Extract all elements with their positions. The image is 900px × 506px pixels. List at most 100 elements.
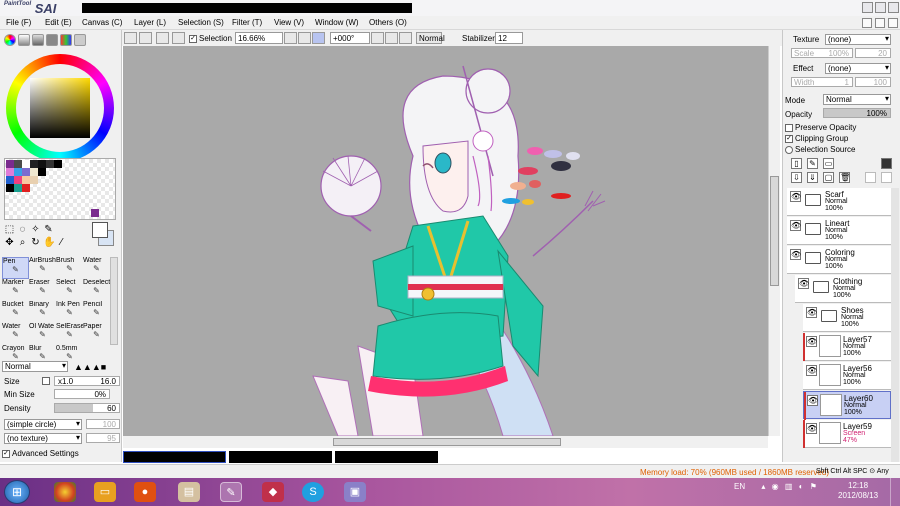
swatch[interactable] xyxy=(6,160,14,168)
rotate-right-button[interactable] xyxy=(385,32,398,44)
start-button[interactable]: ⊞ xyxy=(4,480,30,504)
new-linework-layer-icon[interactable]: ✎ xyxy=(807,158,818,169)
document-tab[interactable] xyxy=(335,451,438,463)
effect-width-slider[interactable]: Width 1 xyxy=(791,77,853,87)
eye-icon[interactable]: 👁 xyxy=(806,336,817,347)
layer-item-clothing[interactable]: 👁 Clothing Normal 100% xyxy=(795,275,891,303)
lock-transparency-icon[interactable] xyxy=(881,172,892,183)
rotate-left-button[interactable] xyxy=(371,32,384,44)
mdi-close-button[interactable] xyxy=(888,18,898,28)
brush-shape-dropdown[interactable]: (simple circle) xyxy=(4,419,82,430)
media-icon[interactable]: ● xyxy=(134,482,156,502)
eye-icon[interactable]: 👁 xyxy=(790,191,801,202)
folder-icon[interactable]: ▭ xyxy=(94,482,116,502)
volume-icon[interactable]: ◐ xyxy=(799,482,804,491)
brush-tool-water[interactable]: Water ✎ xyxy=(83,257,110,279)
hand-icon[interactable]: ✋ xyxy=(43,237,55,248)
brush-texture-dropdown[interactable]: (no texture) xyxy=(4,433,82,444)
layer-mode-dropdown[interactable]: Normal xyxy=(823,94,891,105)
brush-tool-airbrush[interactable]: AirBrush ✎ xyxy=(29,257,56,279)
brush-tool-ink-pen[interactable]: Ink Pen ✎ xyxy=(56,301,83,323)
color-mixer-icon[interactable] xyxy=(46,34,58,46)
brush-tool-ol-wate[interactable]: Ol Wate ✎ xyxy=(29,323,56,345)
color-wheel-mode-icon[interactable] xyxy=(4,34,16,46)
texture-dropdown[interactable]: (none) xyxy=(825,34,891,45)
rotation-field[interactable]: +000° xyxy=(330,32,370,44)
brush-texture-strength[interactable]: 95 xyxy=(86,433,120,443)
size-lock-checkbox[interactable] xyxy=(42,377,50,385)
skype-icon[interactable]: S xyxy=(302,482,324,502)
brush-tool-water[interactable]: Water ✎ xyxy=(2,323,29,345)
blend-mode-dropdown[interactable]: Normal xyxy=(416,32,445,44)
layer-item-coloring[interactable]: 👁 Coloring Normal 100% xyxy=(787,246,891,274)
brush-tool-brush[interactable]: Brush ✎ xyxy=(56,257,83,279)
hscroll-thumb[interactable] xyxy=(333,438,561,446)
maximize-button[interactable] xyxy=(875,2,886,13)
swatch[interactable] xyxy=(38,168,46,176)
menu-selection[interactable]: Selection (S) xyxy=(178,18,224,27)
brush-tool-binary[interactable]: Binary ✎ xyxy=(29,301,56,323)
minimize-button[interactable] xyxy=(862,2,873,13)
rotate-reset-button[interactable] xyxy=(399,32,412,44)
brush-shape-icons[interactable]: ▲▲▲■ xyxy=(74,362,106,372)
mdi-minimize-button[interactable] xyxy=(862,18,872,28)
clock[interactable]: 12:18 2012/08/13 xyxy=(838,481,878,501)
swatch[interactable] xyxy=(6,176,14,184)
eye-icon[interactable]: 👁 xyxy=(798,278,809,289)
paint-tool-sai-icon[interactable]: ◆ xyxy=(262,482,284,502)
eye-icon[interactable]: 👁 xyxy=(807,395,818,406)
menu-layer[interactable]: Layer (L) xyxy=(134,18,166,27)
swatch[interactable] xyxy=(22,176,30,184)
effect-dropdown[interactable]: (none) xyxy=(825,63,891,74)
folder-icon[interactable] xyxy=(805,194,821,206)
show-desktop-button[interactable] xyxy=(890,478,900,506)
swatch[interactable] xyxy=(30,168,38,176)
swatch[interactable] xyxy=(6,184,14,192)
eye-icon[interactable]: 👁 xyxy=(806,423,817,434)
menu-filter[interactable]: Filter (T) xyxy=(232,18,262,27)
zoom-reset-button[interactable] xyxy=(312,32,325,44)
layer-item-layer57[interactable]: 👁 Layer57 Normal 100% xyxy=(803,333,891,361)
swatch[interactable] xyxy=(54,160,62,168)
zoom-icon[interactable]: ⌕ xyxy=(17,237,28,248)
close-button[interactable] xyxy=(888,2,899,13)
layer-opacity-slider[interactable]: 100% xyxy=(823,108,891,118)
layer-item-layer59[interactable]: 👁 Layer59 Screen 47% xyxy=(803,420,891,448)
brush-tool-pencil[interactable]: Pencil ✎ xyxy=(83,301,110,323)
brush-tool-bucket[interactable]: Bucket ✎ xyxy=(2,301,29,323)
current-color-indicator[interactable] xyxy=(92,222,116,248)
layer-item-scarf[interactable]: 👁 Scarf Normal 100% xyxy=(787,188,891,216)
texture-strength-slider[interactable]: 20 xyxy=(855,48,891,58)
brush-tool-deselect[interactable]: Deselect ✎ xyxy=(83,279,110,301)
minsize-slider[interactable]: 0% xyxy=(54,389,110,399)
swatch[interactable] xyxy=(46,160,54,168)
swatch[interactable] xyxy=(30,160,38,168)
swatch-mode-icon[interactable] xyxy=(60,34,72,46)
language-indicator[interactable]: EN xyxy=(734,482,745,491)
density-slider[interactable]: 60 xyxy=(54,403,120,413)
tray-arrow-icon[interactable]: ▴ xyxy=(761,482,765,491)
mdi-maximize-button[interactable] xyxy=(875,18,885,28)
selection-source-radio[interactable]: Selection Source xyxy=(785,145,855,154)
swatch[interactable] xyxy=(14,168,22,176)
tray-app-icon[interactable]: ◉ xyxy=(772,482,779,491)
menu-canvas[interactable]: Canvas (C) xyxy=(82,18,122,27)
stabilizer-field[interactable]: 12 xyxy=(495,32,523,44)
flag-icon[interactable]: ⚑ xyxy=(810,482,817,491)
vscroll-thumb[interactable] xyxy=(770,176,779,286)
brush-tool-paper[interactable]: Paper ✎ xyxy=(83,323,110,345)
swatch[interactable] xyxy=(30,176,38,184)
folder-icon[interactable] xyxy=(805,223,821,235)
lasso-icon[interactable]: ◌ xyxy=(17,224,28,235)
paint-icon[interactable]: ✎ xyxy=(220,482,242,502)
network-icon[interactable]: ▥ xyxy=(785,482,793,491)
magic-wand-icon[interactable]: ✧ xyxy=(30,224,41,235)
menu-file[interactable]: File (F) xyxy=(6,18,31,27)
menu-view[interactable]: View (V) xyxy=(274,18,304,27)
brush-tool-selerase[interactable]: SelErase ✎ xyxy=(56,323,83,345)
move-icon[interactable]: ✥ xyxy=(4,237,15,248)
transfer-down-icon[interactable]: ⇩ xyxy=(791,172,802,183)
swatch[interactable] xyxy=(22,160,30,168)
merge-down-icon[interactable]: ⇓ xyxy=(807,172,818,183)
effect-strength-slider[interactable]: 100 xyxy=(855,77,891,87)
